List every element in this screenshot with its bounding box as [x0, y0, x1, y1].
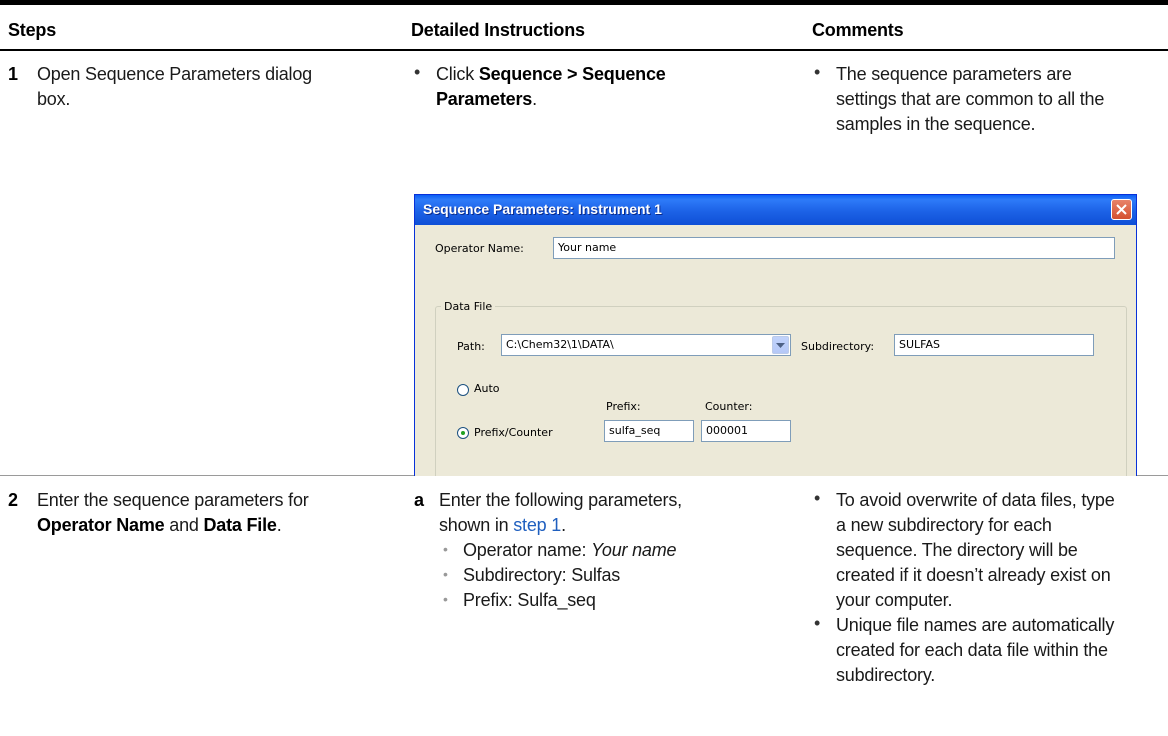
instruction-text: Click [436, 64, 479, 84]
step-2-text: Enter the sequence parameters for Operat… [37, 488, 309, 538]
data-file-group-label: Data File [441, 300, 496, 313]
auto-radio[interactable] [457, 384, 469, 396]
comment-line: subdirectory. [836, 665, 936, 685]
instruction-text: shown in [439, 515, 514, 535]
comment-line: Unique file names are automatically [836, 615, 1115, 635]
table-header-rule [0, 49, 1168, 51]
sub-bullet-icon: • [443, 566, 448, 582]
step-1-line: box. [37, 89, 71, 109]
bullet-icon: • [814, 488, 821, 508]
step-1-instruction: Click Sequence > Sequence Parameters. [436, 62, 666, 112]
step-1-comment: The sequence parameters are settings tha… [836, 62, 1104, 137]
subdirectory-field[interactable]: SULFAS [894, 334, 1094, 356]
bullet-icon: • [814, 62, 821, 82]
prefix-counter-radio-label: Prefix/Counter [474, 426, 553, 439]
step-2-comment-1: To avoid overwrite of data files, type a… [836, 488, 1115, 613]
parameter-value: Your name [591, 540, 677, 560]
dialog-title-bar: Sequence Parameters: Instrument 1 [415, 195, 1136, 225]
instruction-period: . [532, 89, 537, 109]
dialog-title: Sequence Parameters: Instrument 1 [423, 201, 662, 217]
step-2-line: Enter the sequence parameters for [37, 490, 309, 510]
column-header-comments: Comments [812, 20, 904, 40]
step-1-line: Open Sequence Parameters dialog [37, 64, 312, 84]
table-top-rule [0, 0, 1168, 5]
path-dropdown-button[interactable] [772, 336, 789, 354]
comment-line: a new subdirectory for each [836, 515, 1052, 535]
auto-radio-label: Auto [474, 382, 500, 395]
parameter-item: Subdirectory: Sulfas [463, 565, 621, 585]
menu-path-bold: Sequence > Sequence [478, 64, 666, 84]
path-label: Path: [457, 340, 485, 353]
bullet-icon: • [814, 613, 821, 633]
comment-line: To avoid overwrite of data files, type [836, 490, 1115, 510]
comment-line: The sequence parameters are [836, 64, 1072, 84]
sub-bullet-icon: • [443, 541, 448, 557]
instruction-line: Enter the following parameters, [439, 490, 682, 510]
prefix-counter-radio[interactable] [457, 427, 469, 439]
step-number-2: 2 [8, 490, 18, 510]
bullet-icon: • [414, 62, 421, 82]
step-1-text: Open Sequence Parameters dialog box. [37, 62, 312, 112]
comment-line: samples in the sequence. [836, 114, 1036, 134]
step-2-and: and [164, 515, 204, 535]
step-2-comment-2: Unique file names are automatically crea… [836, 613, 1114, 688]
column-header-steps: Steps [8, 20, 57, 40]
column-header-detailed-instructions: Detailed Instructions [411, 20, 585, 40]
comment-line: created for each data file within the [836, 640, 1108, 660]
instruction-period: . [561, 515, 566, 535]
comment-line: sequence. The directory will be [836, 540, 1078, 560]
prefix-field[interactable]: sulfa_seq [604, 420, 694, 442]
sequence-parameters-dialog: Sequence Parameters: Instrument 1 Operat… [414, 194, 1137, 476]
step-2-bold: Data File [203, 515, 277, 535]
path-select[interactable]: C:\Chem32\1\DATA\ [501, 334, 791, 356]
sub-step-letter: a [414, 490, 424, 510]
radio-selected-dot [461, 431, 465, 435]
operator-name-label: Operator Name: [435, 242, 524, 255]
menu-item-bold: Parameters [436, 89, 533, 109]
comment-line: created if it doesn’t already exist on [836, 565, 1111, 585]
counter-field[interactable]: 000001 [701, 420, 791, 442]
parameter-label: Operator name: [463, 540, 592, 560]
step-2-period: . [276, 515, 282, 535]
parameter-item: Operator name: Your name [463, 538, 677, 563]
operator-name-field[interactable]: Your name [553, 237, 1115, 259]
step-2-instruction: Enter the following parameters, shown in… [439, 488, 682, 538]
comment-line: settings that are common to all the [836, 89, 1105, 109]
counter-label: Counter: [705, 400, 753, 413]
sub-bullet-icon: • [443, 591, 448, 607]
step-1-link[interactable]: step 1 [513, 515, 561, 535]
step-number-1: 1 [8, 64, 18, 84]
close-button[interactable] [1111, 199, 1132, 220]
comment-line: your computer. [836, 590, 953, 610]
parameter-item: Prefix: Sulfa_seq [463, 590, 596, 610]
chevron-down-icon [776, 343, 785, 348]
data-file-group [435, 306, 1127, 476]
prefix-label: Prefix: [606, 400, 641, 413]
subdirectory-label: Subdirectory: [801, 340, 875, 353]
step-2-bold: Operator Name [37, 515, 165, 535]
close-icon [1116, 204, 1127, 215]
